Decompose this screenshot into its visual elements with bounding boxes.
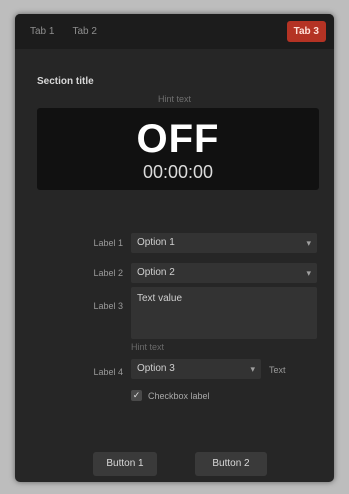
field-row-1: Label 1 Option 1 ▾ bbox=[15, 231, 334, 255]
field-3-label: Label 3 bbox=[93, 301, 123, 311]
chevron-down-icon: ▾ bbox=[306, 268, 311, 278]
chevron-down-icon: ▾ bbox=[306, 238, 311, 248]
settings-panel: Tab 1 Tab 2 Tab 3 Section title Hint tex… bbox=[15, 14, 334, 482]
checkmark-icon[interactable]: ✓ bbox=[131, 390, 142, 401]
field-4-aux: Text bbox=[269, 365, 286, 375]
field-4-select[interactable]: Option 3 ▾ bbox=[131, 359, 261, 379]
field-3-input[interactable]: Text value bbox=[131, 287, 317, 339]
field-2-select[interactable]: Option 2 ▾ bbox=[131, 263, 317, 283]
section-title: Section title bbox=[37, 76, 94, 87]
field-1-label: Label 1 bbox=[93, 238, 123, 248]
field-1-value: Option 1 bbox=[137, 237, 175, 248]
right-button[interactable]: Button 2 bbox=[195, 452, 267, 476]
checkbox-label: Checkbox label bbox=[148, 390, 210, 401]
chevron-down-icon: ▾ bbox=[250, 364, 255, 374]
field-2-value: Option 2 bbox=[137, 267, 175, 278]
field-4-label: Label 4 bbox=[93, 367, 123, 377]
field-3-hint: Hint text bbox=[131, 342, 165, 352]
tab-2[interactable]: Tab 2 bbox=[65, 21, 103, 42]
status-state: OFF bbox=[136, 117, 220, 161]
tab-bar: Tab 1 Tab 2 Tab 3 bbox=[15, 14, 334, 49]
section-hint: Hint text bbox=[157, 94, 191, 104]
status-display: OFF 00:00:00 bbox=[37, 108, 319, 190]
field-4-value: Option 3 bbox=[137, 363, 175, 374]
field-1-select[interactable]: Option 1 ▾ bbox=[131, 233, 317, 253]
tab-1[interactable]: Tab 1 bbox=[23, 21, 61, 42]
field-row-2: Label 2 Option 2 ▾ bbox=[15, 261, 334, 285]
tab-3[interactable]: Tab 3 bbox=[286, 21, 326, 42]
checkbox-row[interactable]: ✓ Checkbox label bbox=[131, 390, 210, 401]
status-timecode: 00:00:00 bbox=[142, 162, 214, 182]
field-2-label: Label 2 bbox=[93, 268, 123, 278]
left-button[interactable]: Button 1 bbox=[93, 452, 157, 476]
